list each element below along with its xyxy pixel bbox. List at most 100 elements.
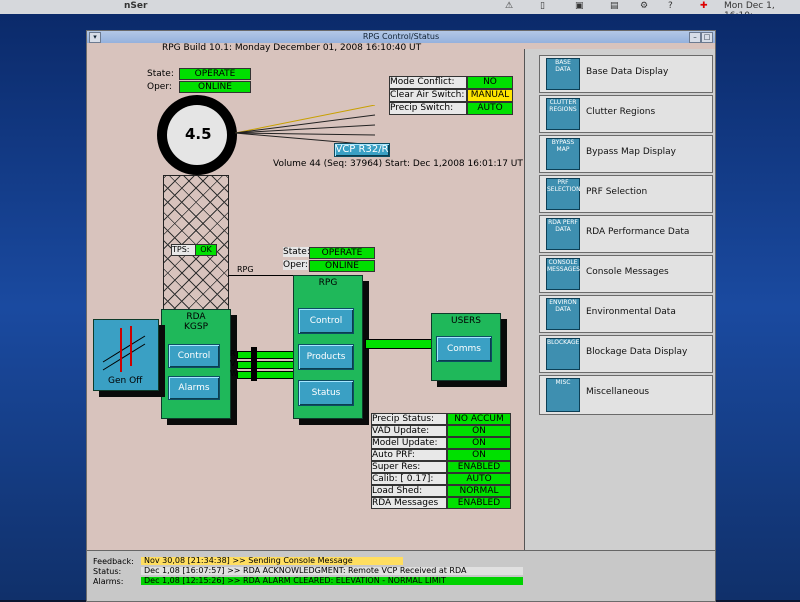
first-aid-icon[interactable]: ✚ [700,1,708,11]
minimize-icon[interactable]: – [689,32,701,43]
vcp-button[interactable]: VCP R32/R [334,143,390,157]
wire-junction [251,347,257,381]
blockage-icon: BLOCKAGE [546,338,580,370]
model-update-label: Model Update: [371,437,447,449]
wire-r [237,351,295,359]
auto-prf-label: Auto PRF: [371,449,447,461]
status-bar: Feedback: Nov 30,08 [21:34:38] >> Sendin… [87,550,715,601]
precip-switch-label: Precip Switch: [389,102,467,115]
rpg-oper-label: Oper: [283,260,308,270]
maximize-icon[interactable]: □ [701,32,713,43]
sidebar-item-label: Console Messages [586,267,669,277]
bypass-map-icon: BYPASS MAP [546,138,580,170]
wire-v-label: V [230,359,236,368]
volume-info: Volume 44 (Seq: 37964) Start: Dec 1,2008… [273,159,523,169]
warning-icon[interactable]: ⚠ [505,1,513,11]
monitor-icon[interactable]: ▤ [610,1,619,11]
sidebar-item-bypass-map-display[interactable]: BYPASS MAP Bypass Map Display [539,135,713,173]
feedback-label: Feedback: [93,557,134,566]
topbar-app-label[interactable]: nSer [124,1,147,11]
sidebar-item-label: Clutter Regions [586,107,656,117]
document-icon[interactable]: ▯ [540,1,545,11]
environmental-data-icon: ENVIRON DATA [546,298,580,330]
mode-conflict-value: NO [467,76,513,89]
alarms-label: Alarms: [93,577,124,586]
mode-conflict-label: Mode Conflict: [389,76,467,89]
window-title: RPG Control/Status [362,32,440,41]
rda-oper-value: ONLINE [179,81,251,93]
sidebar-item-blockage-data-display[interactable]: BLOCKAGE Blockage Data Display [539,335,713,373]
wire-r-label: R [230,349,236,358]
sidebar-item-label: RDA Performance Data [586,227,690,237]
precip-status-value: NO ACCUM [447,413,511,425]
tps-label: TPS: [171,244,197,256]
sidebar-item-base-data-display[interactable]: BASE DATA Base Data Display [539,55,713,93]
build-info: RPG Build 10.1: Monday December 01, 2008… [162,43,422,53]
wire-v [237,361,295,369]
rpg-state-label: State: [283,247,310,257]
sidebar-item-prf-selection[interactable]: PRF SELECTION PRF Selection [539,175,713,213]
terminal-icon[interactable]: ▣ [575,1,584,11]
rda-oper-label: Oper: [147,82,172,92]
desktop-topbar: nSer ⚠ ▯ ▣ ▤ ⚙ ? ✚ Mon Dec 1, 16:10: [0,0,800,21]
clutter-regions-icon: CLUTTER REGIONS [546,98,580,130]
feedback-message: Nov 30,08 [21:34:38] >> Sending Console … [141,557,403,565]
rpg-status-button[interactable]: Status [298,380,354,406]
prf-selection-icon: PRF SELECTION [546,178,581,210]
window-menu-icon[interactable]: ▾ [89,32,101,43]
sidebar-item-console-messages[interactable]: CONSOLE MESSAGES Console Messages [539,255,713,293]
sidebar-item-clutter-regions[interactable]: CLUTTER REGIONS Clutter Regions [539,95,713,133]
sidebar-item-label: Bypass Map Display [586,147,676,157]
elevation-value: 4.5 [185,125,212,143]
rda-performance-icon: RDA PERF DATA [546,218,580,250]
clear-air-label: Clear Air Switch: [389,89,467,102]
users-panel-title: USERS [451,316,481,326]
rpg-oper-value: ONLINE [309,260,375,272]
settings-icon[interactable]: ⚙ [640,1,648,11]
rpg-products-button[interactable]: Products [298,344,354,370]
rda-control-button[interactable]: Control [168,344,220,368]
rpg-state-value: OPERATE [309,247,375,259]
rpg-panel-title: RPG [318,278,338,288]
rpg-control-button[interactable]: Control [298,308,354,334]
sidebar-item-label: PRF Selection [586,187,648,197]
rda-messages-value: ENABLED [447,497,511,509]
help-icon[interactable]: ? [668,1,673,11]
rpg-wire [228,275,293,276]
load-shed-value: NORMAL [447,485,511,497]
model-update-value: ON [447,437,511,449]
misc-icon: MISC [546,378,580,412]
rda-state-value: OPERATE [179,68,251,80]
users-link [365,339,433,349]
rda-messages-label: RDA Messages [371,497,447,509]
rda-site-title: KGSP [183,322,209,332]
sidebar-item-environmental-data[interactable]: ENVIRON DATA Environmental Data [539,295,713,333]
clear-air-value: MANUAL [467,89,513,102]
calib-value: AUTO [447,473,511,485]
rpg-wire-label: RPG [237,265,254,274]
calib-label: Calib: [ 0.17]: [371,473,447,485]
window-content: RPG Build 10.1: Monday December 01, 2008… [87,43,715,601]
base-data-icon: BASE DATA [546,58,580,90]
status-label: Status: [93,567,122,576]
sidebar-item-label: Base Data Display [586,67,669,77]
precip-status-label: Precip Status: [371,413,447,425]
auto-prf-value: ON [447,449,511,461]
sidebar-item-label: Miscellaneous [586,387,650,397]
users-panel: USERS Comms [431,313,501,381]
users-comms-button[interactable]: Comms [436,336,492,362]
console-messages-icon: CONSOLE MESSAGES [546,258,580,290]
vad-update-label: VAD Update: [371,425,447,437]
tps-value: OK [195,244,217,256]
generator-label: Gen Off [108,376,143,386]
sidebar-item-label: Environmental Data [586,307,676,317]
generator-panel[interactable]: Gen Off [93,319,159,391]
sidebar-item-rda-performance-data[interactable]: RDA PERF DATA RDA Performance Data [539,215,713,253]
rda-alarms-button[interactable]: Alarms [168,376,220,400]
sidebar-item-label: Blockage Data Display [586,347,688,357]
sidebar-item-miscellaneous[interactable]: MISC Miscellaneous [539,375,713,415]
alarms-message: Dec 1,08 [12:15:26] >> RDA ALARM CLEARED… [141,577,523,585]
rpg-panel: RPG Control Products Status [293,275,363,419]
rda-state-label: State: [147,69,174,79]
super-res-label: Super Res: [371,461,447,473]
